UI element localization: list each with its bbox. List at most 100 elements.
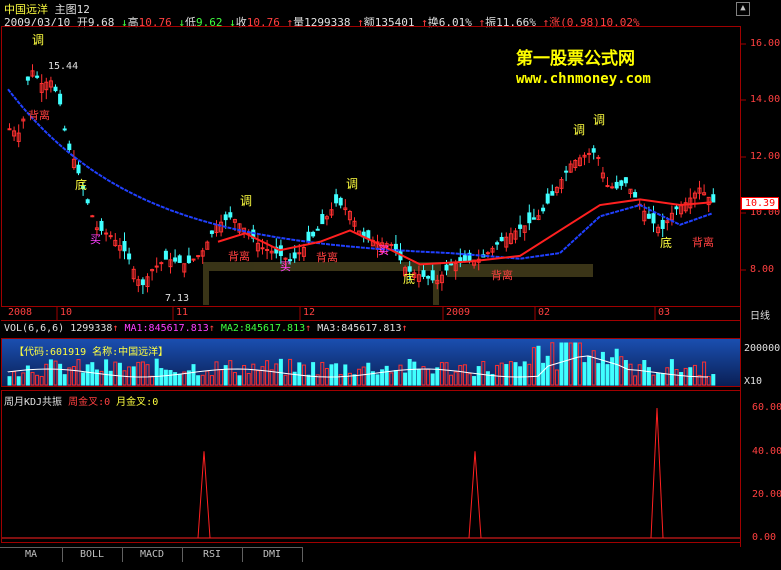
up-arrow-icon: ↑ xyxy=(208,323,215,334)
volume-bar xyxy=(513,362,518,386)
high-price-mark: 15.44 xyxy=(48,61,79,72)
price-axis-ticks xyxy=(741,43,746,271)
panel-frames xyxy=(1,26,741,547)
volume-bar xyxy=(485,371,490,386)
volume-ma1: MA1:845617.813 xyxy=(124,323,209,334)
volume-bar xyxy=(104,359,109,386)
candle-body xyxy=(660,219,665,229)
price-axis-label: 8.00 xyxy=(750,264,775,275)
volume-bar xyxy=(605,364,610,386)
candle-body xyxy=(122,241,127,252)
volume-bar xyxy=(559,342,564,386)
volume-bar xyxy=(393,370,398,386)
volume-bar xyxy=(660,372,665,386)
candle-body xyxy=(228,212,233,218)
x-axis-label: 02 xyxy=(538,307,551,318)
x-axis-label: 12 xyxy=(303,307,316,318)
volume-bar xyxy=(177,373,182,386)
volume-bar xyxy=(642,360,647,386)
volume-bar xyxy=(564,342,569,386)
volume-bar xyxy=(58,363,63,386)
candle-body xyxy=(426,275,431,279)
candle-body xyxy=(711,194,716,203)
kdj-axis-label: 40.00 xyxy=(752,446,781,457)
candle-body xyxy=(62,128,67,131)
brand-title: 第一股票公式网 xyxy=(516,49,635,69)
volume-bar xyxy=(168,370,173,386)
volume-bar xyxy=(94,369,99,386)
kdj-month-cross: 月金叉:0 xyxy=(116,397,159,408)
candle-body xyxy=(25,76,30,81)
candle-body xyxy=(196,255,201,258)
adjust-marker: 调 xyxy=(593,113,606,127)
price-axis-label: 14.00 xyxy=(750,94,781,105)
candle-body xyxy=(646,213,651,219)
candle-body xyxy=(209,230,214,234)
adjust-marker: 调 xyxy=(240,194,253,208)
candle-body xyxy=(58,93,63,105)
volume-bar xyxy=(407,358,412,386)
volume-bar xyxy=(81,372,86,386)
volume-bar xyxy=(329,364,334,386)
brand-url: www.chnmoney.com xyxy=(516,71,651,87)
volume-title: VOL(6,6,6) xyxy=(4,323,65,334)
tab-macd[interactable]: MACD xyxy=(122,547,183,562)
bottom-marker: 底 xyxy=(403,272,416,286)
tab-rsi[interactable]: RSI xyxy=(182,547,243,562)
candle-body xyxy=(186,255,191,264)
volume-bar xyxy=(545,355,550,386)
candle-body xyxy=(591,148,596,153)
volume-scale: X10 xyxy=(744,376,763,387)
candle-body xyxy=(265,249,270,252)
x-axis-label: 10 xyxy=(60,307,73,318)
x-axis-ticks xyxy=(56,307,656,320)
volume-bar xyxy=(48,359,53,386)
candle-body xyxy=(518,224,523,229)
candle-body xyxy=(444,264,449,271)
kdj-spikes xyxy=(2,407,740,539)
volume-bar xyxy=(536,345,541,386)
volume-bar xyxy=(163,369,168,386)
volume-bar xyxy=(159,368,164,386)
divergence-marker: 背离 xyxy=(28,109,50,122)
volume-bar xyxy=(711,374,716,386)
volume-bar xyxy=(476,366,481,386)
candle-body xyxy=(311,231,316,237)
candle-body xyxy=(108,235,113,238)
kdj-title: 周月KDJ共振 xyxy=(4,397,63,408)
price-axis-label: 12.00 xyxy=(750,151,781,162)
volume-bar xyxy=(412,361,417,386)
chart-canvas[interactable] xyxy=(0,0,781,547)
candle-body xyxy=(315,228,320,231)
price-axis-label: 16.00 xyxy=(750,38,781,49)
candle-body xyxy=(541,207,546,212)
candle-body xyxy=(85,199,90,204)
volume-value: 1299338 xyxy=(70,323,113,334)
kdj-axis-label: 60.00 xyxy=(752,402,781,413)
kdj-header: 周月KDJ共振 周金叉:0 月金叉:0 xyxy=(4,393,158,408)
candle-body xyxy=(338,197,343,206)
divergence-marker: 背离 xyxy=(491,269,513,282)
tab-dmi[interactable]: DMI xyxy=(242,547,303,562)
candle-body xyxy=(564,170,569,173)
volume-bar xyxy=(384,365,389,386)
volume-bar xyxy=(646,367,651,386)
period-label[interactable]: 日线 xyxy=(750,307,770,322)
candle-body xyxy=(159,262,164,265)
candle-body xyxy=(596,156,601,159)
x-axis-label: 11 xyxy=(176,307,189,318)
candle-body xyxy=(614,181,619,189)
candle-body xyxy=(35,75,40,78)
candle-body xyxy=(104,232,109,235)
candle-body xyxy=(430,270,435,281)
kdj-spike xyxy=(197,451,211,539)
tab-ma[interactable]: MA xyxy=(0,547,63,562)
tab-boll[interactable]: BOLL xyxy=(62,547,123,562)
adjust-marker: 调 xyxy=(573,123,586,137)
candle-body xyxy=(389,244,394,247)
volume-bar xyxy=(223,365,228,386)
volume-bar xyxy=(472,376,477,386)
volume-bar xyxy=(343,364,348,386)
candle-body xyxy=(7,128,12,131)
low-price-mark: 7.13 xyxy=(165,293,190,304)
